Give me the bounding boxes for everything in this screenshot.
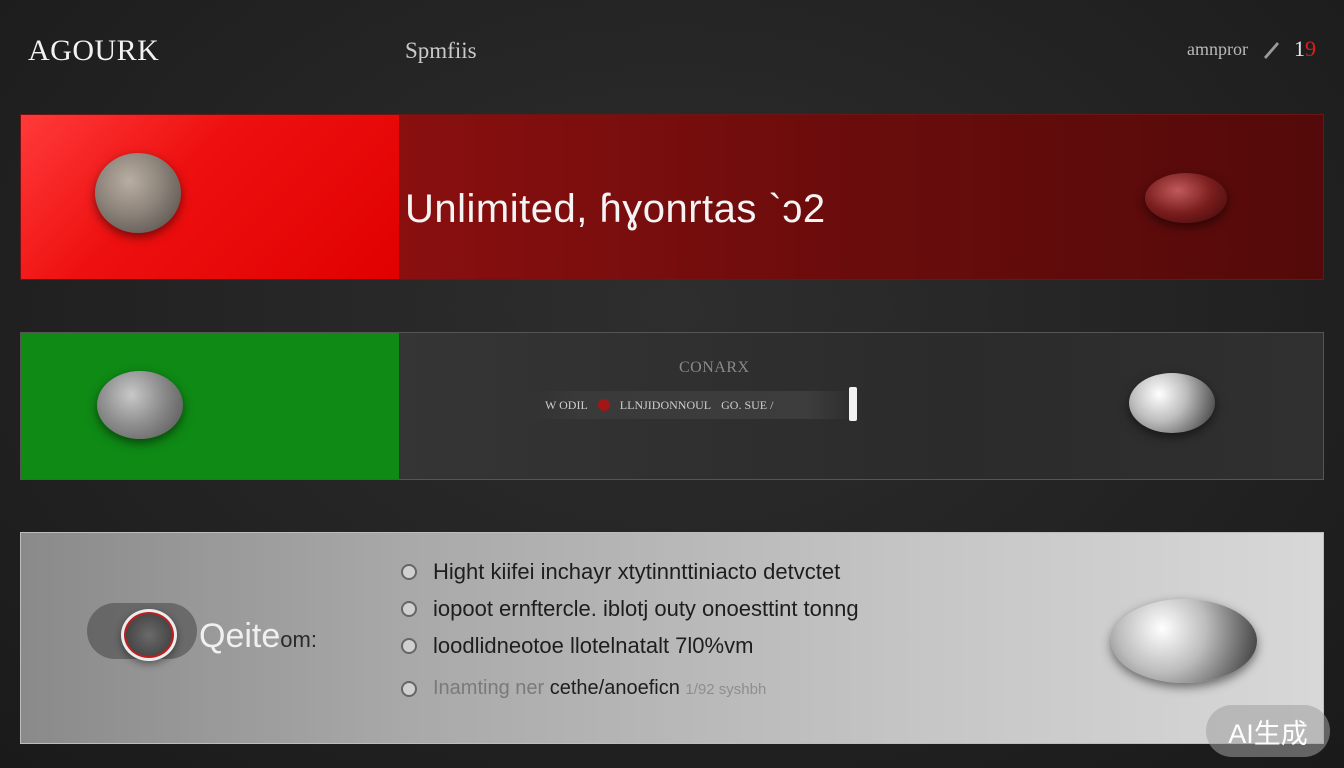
list-item-soft-text: Inamting ner	[433, 677, 545, 699]
media-panel-green[interactable]: CONARX W ODIL LLNJIDONNOUL GO. SUE /	[20, 332, 1324, 480]
list-item-suffix-text: 1/92 syshbh	[685, 681, 767, 698]
ai-generated-watermark: AI生成	[1206, 705, 1330, 757]
hand-thumbnail	[1129, 373, 1215, 433]
list-item-label: loodlidneotoe llotelnatalt 7l0%vm	[433, 632, 754, 658]
playhead-handle[interactable]	[849, 387, 857, 421]
list-item-strong-text: cethe/anoeficn	[549, 677, 680, 699]
badge-accent: 9	[1305, 36, 1316, 61]
stone-thumbnail	[97, 371, 183, 439]
radio-button[interactable]	[401, 637, 417, 654]
top-bar: AGOURK Spmfiis amnpror 19	[0, 0, 1344, 100]
radio-button[interactable]	[401, 680, 417, 697]
red-stone-thumbnail	[1145, 173, 1227, 223]
list-item[interactable]: Hight kiifei inchayr xtytinnttiniacto de…	[401, 553, 859, 590]
option-list: Hight kiifei inchayr xtytinnttiniacto de…	[401, 553, 859, 707]
nav-link[interactable]: Spmfiis	[405, 38, 477, 64]
options-panel-gray: Qeiteom: Hight kiifei inchayr xtytinntti…	[20, 532, 1324, 744]
badge-number: 1	[1294, 36, 1305, 61]
playbar-right-text: GO. SUE /	[721, 397, 774, 412]
playbar-left-text: W ODIL	[545, 397, 588, 412]
cloud-thumbnail	[1111, 599, 1257, 683]
radio-button[interactable]	[401, 600, 417, 617]
radio-button[interactable]	[401, 563, 417, 580]
panel-headline: Unlimited, ɦɣonrtas `ɔ2	[405, 187, 826, 231]
brand-mark: CONARX	[679, 359, 750, 376]
playbar-center-text: LLNJIDONNOUL	[619, 397, 712, 412]
toggle-label: Qeiteom:	[199, 617, 317, 656]
red-panel-left	[21, 115, 399, 279]
media-playbar[interactable]: W ODIL LLNJIDONNOUL GO. SUE /	[533, 387, 857, 421]
app-logo[interactable]: AGOURK	[28, 34, 159, 68]
account-label[interactable]: amnpror	[1187, 39, 1248, 60]
list-item[interactable]: loodlidneotoe llotelnatalt 7l0%vm	[401, 627, 859, 664]
record-dot-icon[interactable]	[597, 399, 610, 411]
rock-thumbnail	[95, 153, 181, 233]
promo-panel-red[interactable]: Unlimited, ɦɣonrtas `ɔ2	[20, 114, 1324, 280]
toggle-label-suffix: om:	[280, 627, 317, 652]
notification-badge[interactable]: 19	[1294, 36, 1316, 62]
list-item[interactable]: Inamting ner cethe/anoeficn 1/92 syshbh	[401, 670, 859, 707]
toggle-label-text: Qeite	[199, 617, 281, 655]
top-right-controls: amnpror 19	[1187, 36, 1316, 62]
list-item-label: iopoot ernftercle. iblotj outy onoesttin…	[433, 595, 859, 621]
toggle-knob[interactable]	[121, 609, 177, 661]
pen-icon[interactable]	[1260, 38, 1282, 60]
green-panel-left	[21, 333, 399, 479]
list-item[interactable]: iopoot ernftercle. iblotj outy onoesttin…	[401, 590, 859, 627]
list-item-label: Hight kiifei inchayr xtytinnttiniacto de…	[433, 558, 841, 584]
